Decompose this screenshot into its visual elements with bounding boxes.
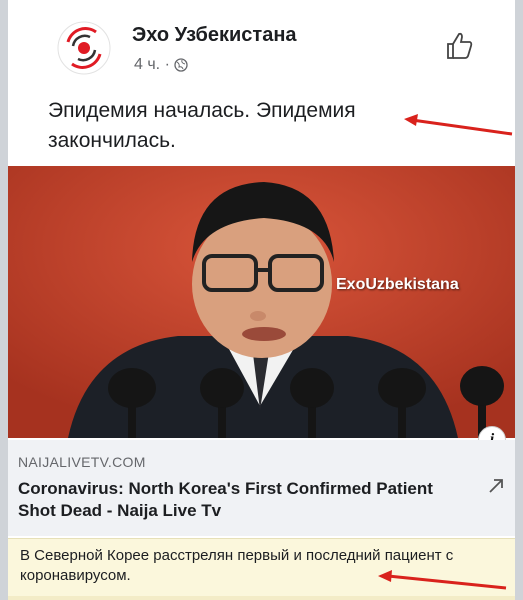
annotation-arrow-bottom	[378, 570, 507, 590]
post-header: Эхо Узбекистана 4 ч. ·	[8, 0, 515, 80]
post-text: Эпидемия началась. Эпидемия закончилась.	[48, 99, 356, 152]
photo-watermark: ExoUzbekistana	[336, 276, 459, 293]
external-link-icon[interactable]	[486, 476, 506, 496]
post-meta: 4 ч. ·	[134, 56, 188, 74]
annotation-arrow-top	[404, 114, 513, 136]
post-time[interactable]: 4 ч. ·	[134, 56, 170, 74]
page-name-link[interactable]: Эхо Узбекистана	[132, 24, 297, 47]
facebook-post-card: Эхо Узбекистана 4 ч. · Эпидемия началась…	[8, 0, 515, 600]
thumbs-up-icon[interactable]	[444, 30, 476, 62]
bottom-edge	[8, 596, 515, 600]
globe-icon	[174, 58, 188, 72]
photo-image	[8, 166, 515, 438]
post-photo[interactable]: ExoUzbekistana	[8, 166, 515, 438]
link-title[interactable]: Coronavirus: North Korea's First Confirm…	[18, 478, 458, 522]
link-domain: NAIJALIVETV.COM	[18, 454, 146, 470]
echo-logo-icon[interactable]	[56, 20, 112, 76]
